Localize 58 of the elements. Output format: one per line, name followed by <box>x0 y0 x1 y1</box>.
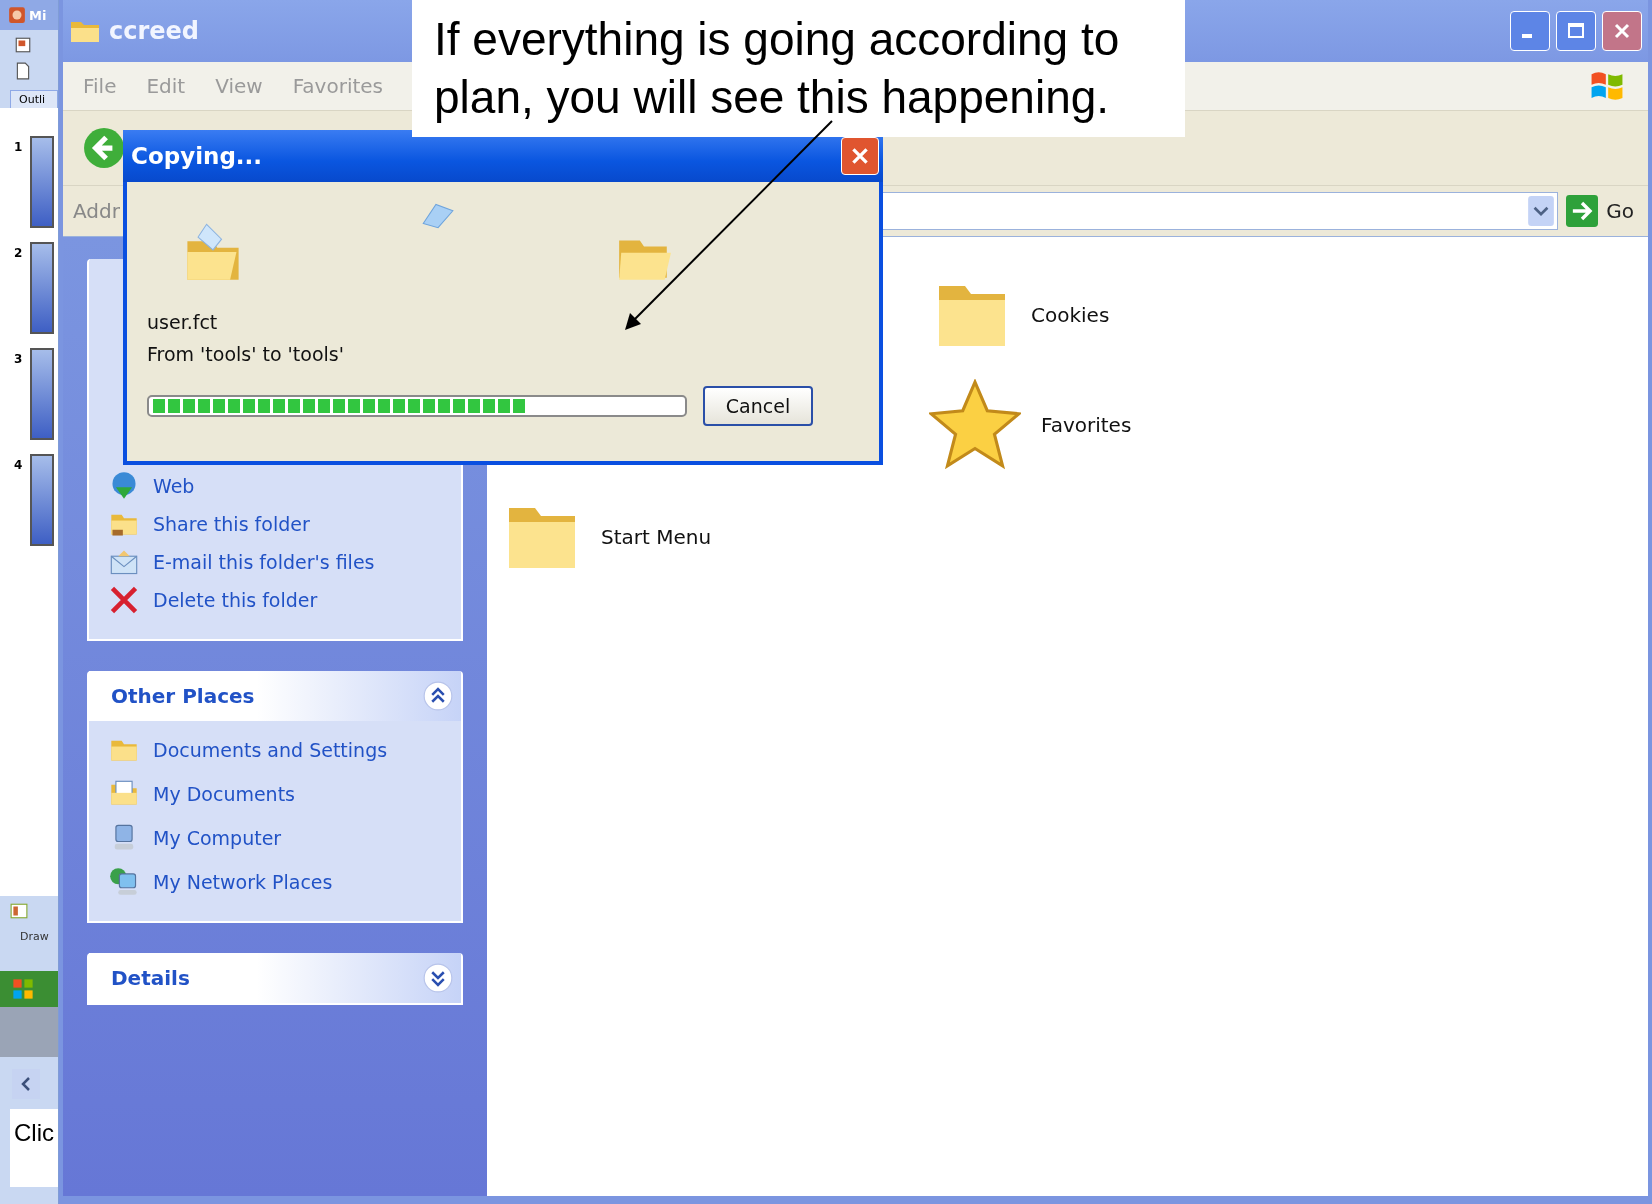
task-link[interactable]: Delete this folder <box>153 589 318 611</box>
maximize-icon <box>1566 21 1586 41</box>
globe-icon <box>109 471 139 501</box>
app-title: Mi <box>29 7 47 23</box>
slide-thumbnail[interactable] <box>30 454 55 546</box>
slide-number: 1 <box>14 139 23 154</box>
address-label: Addr <box>73 199 120 223</box>
outline-tab[interactable]: Outli <box>10 90 58 108</box>
windows-logo-icon <box>12 978 34 1000</box>
dropdown-icon[interactable] <box>1528 196 1555 226</box>
section-title: Details <box>111 966 190 990</box>
slide-thumbnail[interactable] <box>30 242 55 334</box>
notes-text: Clic <box>10 1109 58 1187</box>
minimize-button[interactable] <box>1510 11 1550 51</box>
slide-number: 3 <box>14 351 23 366</box>
network-computer-icon <box>109 867 139 897</box>
transfer-text: From 'tools' to 'tools' <box>147 342 345 367</box>
place-link[interactable]: My Documents <box>153 783 295 805</box>
go-button[interactable]: Go <box>1566 195 1642 227</box>
cancel-button[interactable]: Cancel <box>703 386 813 426</box>
delete-icon <box>109 585 139 615</box>
close-button[interactable] <box>1602 11 1642 51</box>
details-header[interactable]: Details <box>89 953 461 1003</box>
close-icon <box>1612 21 1632 41</box>
empty-panel <box>0 1007 58 1057</box>
close-button[interactable] <box>841 137 879 175</box>
place-link[interactable]: My Network Places <box>153 871 333 893</box>
back-icon[interactable] <box>83 127 125 169</box>
close-icon <box>849 145 871 167</box>
star-icon[interactable] <box>929 379 1021 471</box>
expand-icon[interactable] <box>423 963 453 993</box>
slide-thumbnail[interactable] <box>30 136 55 228</box>
place-link[interactable]: Documents and Settings <box>153 739 388 761</box>
file-name[interactable]: Favorites <box>1041 413 1132 437</box>
task-link[interactable]: Share this folder <box>153 513 310 535</box>
page-icon[interactable] <box>14 62 32 80</box>
task-link[interactable]: Web <box>153 475 195 497</box>
maximize-button[interactable] <box>1556 11 1596 51</box>
file-name[interactable]: Cookies <box>1031 303 1110 327</box>
callout-text: If everything is going according to plan, you will see this happening. <box>434 13 1120 123</box>
slide-thumbnail[interactable] <box>30 348 55 440</box>
collapse-icon[interactable] <box>423 681 453 711</box>
slide-number: 2 <box>14 245 23 260</box>
file-name-text: user.fct <box>147 310 219 335</box>
place-link[interactable]: My Computer <box>153 827 282 849</box>
window-title: ccreed <box>109 17 200 45</box>
slide-icon[interactable] <box>14 36 32 54</box>
other-places-header[interactable]: Other Places <box>89 671 461 721</box>
slide-number: 4 <box>14 457 23 472</box>
task-link[interactable]: E-mail this folder's files <box>153 551 375 573</box>
section-title: Other Places <box>111 684 255 708</box>
app-icon <box>8 6 26 24</box>
dialog-title: Copying... <box>131 143 263 169</box>
start-button[interactable] <box>0 971 58 1007</box>
minimize-icon <box>1522 34 1532 38</box>
scroll-left-button[interactable] <box>12 1069 40 1099</box>
file-name[interactable]: Start Menu <box>601 525 712 549</box>
view-icon[interactable] <box>10 902 28 920</box>
